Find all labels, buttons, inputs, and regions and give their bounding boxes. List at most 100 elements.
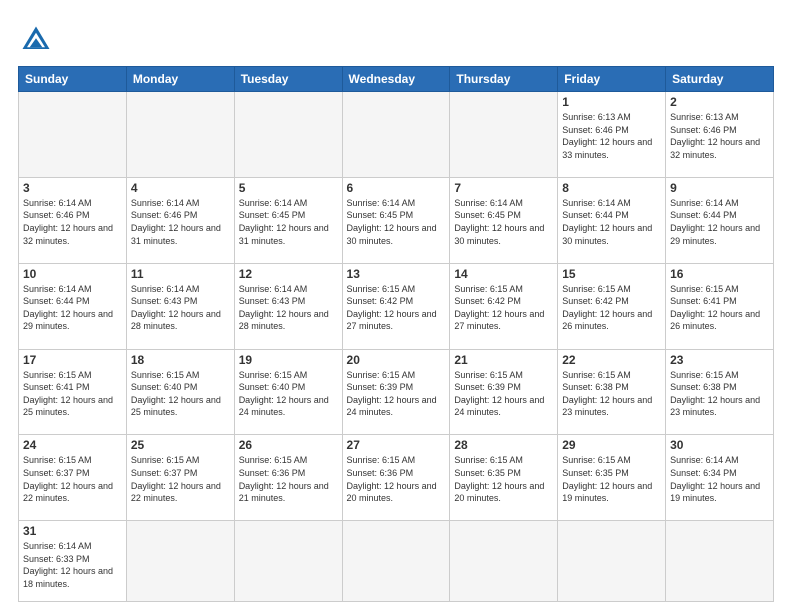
calendar-cell: 23Sunrise: 6:15 AM Sunset: 6:38 PM Dayli… [666, 349, 774, 435]
day-number: 3 [23, 181, 122, 195]
calendar-cell: 17 Sunrise: 6:15 AM Sunset: 6:41 PM Dayli… [19, 349, 127, 435]
calendar-cell: 4 Sunrise: 6:14 AM Sunset: 6:46 PM Daylig… [126, 177, 234, 263]
calendar-cell [342, 92, 450, 178]
logo [18, 22, 58, 58]
day-info: Sunrise: 6:15 AM Sunset: 6:41 PM Dayligh… [23, 369, 122, 419]
day-number: 24 [23, 438, 122, 452]
calendar-cell: 18 Sunrise: 6:15 AM Sunset: 6:40 PM Dayli… [126, 349, 234, 435]
day-info: Sunrise: 6:14 AM Sunset: 6:43 PM Dayligh… [239, 283, 338, 333]
calendar-cell: 24 Sunrise: 6:15 AM Sunset: 6:37 PM Dayli… [19, 435, 127, 521]
calendar-cell: 10Sunrise: 6:14 AM Sunset: 6:44 PM Dayli… [19, 263, 127, 349]
header-cell-monday: Monday [126, 67, 234, 92]
day-info: Sunrise: 6:13 AM Sunset: 6:46 PM Dayligh… [562, 111, 661, 161]
day-number: 8 [562, 181, 661, 195]
calendar-cell: 8 Sunrise: 6:14 AM Sunset: 6:44 PM Daylig… [558, 177, 666, 263]
day-info: Sunrise: 6:14 AM Sunset: 6:45 PM Dayligh… [454, 197, 553, 247]
calendar-cell [234, 521, 342, 602]
calendar-cell [19, 92, 127, 178]
calendar-cell [450, 521, 558, 602]
day-info: Sunrise: 6:14 AM Sunset: 6:33 PM Dayligh… [23, 540, 122, 590]
day-number: 15 [562, 267, 661, 281]
day-info: Sunrise: 6:15 AM Sunset: 6:39 PM Dayligh… [454, 369, 553, 419]
day-info: Sunrise: 6:13 AM Sunset: 6:46 PM Dayligh… [670, 111, 769, 161]
day-number: 4 [131, 181, 230, 195]
day-info: Sunrise: 6:15 AM Sunset: 6:36 PM Dayligh… [239, 454, 338, 504]
calendar-row-2: 10Sunrise: 6:14 AM Sunset: 6:44 PM Dayli… [19, 263, 774, 349]
calendar-row-5: 31Sunrise: 6:14 AM Sunset: 6:33 PM Dayli… [19, 521, 774, 602]
day-info: Sunrise: 6:15 AM Sunset: 6:38 PM Dayligh… [562, 369, 661, 419]
calendar-cell: 1 Sunrise: 6:13 AM Sunset: 6:46 PM Daylig… [558, 92, 666, 178]
header-cell-thursday: Thursday [450, 67, 558, 92]
day-info: Sunrise: 6:14 AM Sunset: 6:44 PM Dayligh… [670, 197, 769, 247]
day-info: Sunrise: 6:14 AM Sunset: 6:46 PM Dayligh… [131, 197, 230, 247]
day-number: 1 [562, 95, 661, 109]
day-number: 17 [23, 353, 122, 367]
header-cell-saturday: Saturday [666, 67, 774, 92]
day-info: Sunrise: 6:15 AM Sunset: 6:36 PM Dayligh… [347, 454, 446, 504]
calendar-cell: 13 Sunrise: 6:15 AM Sunset: 6:42 PM Dayli… [342, 263, 450, 349]
calendar-cell [558, 521, 666, 602]
header-cell-wednesday: Wednesday [342, 67, 450, 92]
day-info: Sunrise: 6:15 AM Sunset: 6:42 PM Dayligh… [347, 283, 446, 333]
day-info: Sunrise: 6:14 AM Sunset: 6:45 PM Dayligh… [347, 197, 446, 247]
header-cell-friday: Friday [558, 67, 666, 92]
day-info: Sunrise: 6:15 AM Sunset: 6:37 PM Dayligh… [131, 454, 230, 504]
calendar-cell: 21 Sunrise: 6:15 AM Sunset: 6:39 PM Dayli… [450, 349, 558, 435]
day-info: Sunrise: 6:15 AM Sunset: 6:38 PM Dayligh… [670, 369, 769, 419]
calendar-header: SundayMondayTuesdayWednesdayThursdayFrid… [19, 67, 774, 92]
calendar-cell: 25 Sunrise: 6:15 AM Sunset: 6:37 PM Dayli… [126, 435, 234, 521]
calendar-cell [126, 521, 234, 602]
calendar-cell: 11Sunrise: 6:14 AM Sunset: 6:43 PM Dayli… [126, 263, 234, 349]
day-number: 6 [347, 181, 446, 195]
calendar-table: SundayMondayTuesdayWednesdayThursdayFrid… [18, 66, 774, 602]
calendar-cell: 15 Sunrise: 6:15 AM Sunset: 6:42 PM Dayli… [558, 263, 666, 349]
day-info: Sunrise: 6:15 AM Sunset: 6:37 PM Dayligh… [23, 454, 122, 504]
calendar-cell: 30Sunrise: 6:14 AM Sunset: 6:34 PM Dayli… [666, 435, 774, 521]
calendar-cell: 7 Sunrise: 6:14 AM Sunset: 6:45 PM Daylig… [450, 177, 558, 263]
day-number: 13 [347, 267, 446, 281]
day-number: 16 [670, 267, 769, 281]
day-number: 21 [454, 353, 553, 367]
day-number: 26 [239, 438, 338, 452]
day-number: 7 [454, 181, 553, 195]
calendar-cell [126, 92, 234, 178]
day-info: Sunrise: 6:14 AM Sunset: 6:34 PM Dayligh… [670, 454, 769, 504]
day-number: 14 [454, 267, 553, 281]
calendar-cell: 22Sunrise: 6:15 AM Sunset: 6:38 PM Dayli… [558, 349, 666, 435]
day-number: 2 [670, 95, 769, 109]
day-info: Sunrise: 6:14 AM Sunset: 6:44 PM Dayligh… [562, 197, 661, 247]
calendar-cell: 19Sunrise: 6:15 AM Sunset: 6:40 PM Dayli… [234, 349, 342, 435]
calendar-cell: 27 Sunrise: 6:15 AM Sunset: 6:36 PM Dayli… [342, 435, 450, 521]
header-row: SundayMondayTuesdayWednesdayThursdayFrid… [19, 67, 774, 92]
calendar-cell: 28 Sunrise: 6:15 AM Sunset: 6:35 PM Dayli… [450, 435, 558, 521]
day-info: Sunrise: 6:15 AM Sunset: 6:41 PM Dayligh… [670, 283, 769, 333]
day-info: Sunrise: 6:15 AM Sunset: 6:40 PM Dayligh… [131, 369, 230, 419]
header-cell-tuesday: Tuesday [234, 67, 342, 92]
calendar-cell: 5Sunrise: 6:14 AM Sunset: 6:45 PM Daylig… [234, 177, 342, 263]
logo-icon [18, 22, 54, 58]
calendar-cell: 12Sunrise: 6:14 AM Sunset: 6:43 PM Dayli… [234, 263, 342, 349]
day-info: Sunrise: 6:15 AM Sunset: 6:42 PM Dayligh… [562, 283, 661, 333]
day-info: Sunrise: 6:15 AM Sunset: 6:42 PM Dayligh… [454, 283, 553, 333]
day-number: 27 [347, 438, 446, 452]
calendar-cell: 14 Sunrise: 6:15 AM Sunset: 6:42 PM Dayli… [450, 263, 558, 349]
calendar-row-1: 3 Sunrise: 6:14 AM Sunset: 6:46 PM Daylig… [19, 177, 774, 263]
calendar-cell: 31Sunrise: 6:14 AM Sunset: 6:33 PM Dayli… [19, 521, 127, 602]
calendar-cell: 9Sunrise: 6:14 AM Sunset: 6:44 PM Daylig… [666, 177, 774, 263]
day-number: 18 [131, 353, 230, 367]
day-number: 28 [454, 438, 553, 452]
page: SundayMondayTuesdayWednesdayThursdayFrid… [0, 0, 792, 612]
day-info: Sunrise: 6:14 AM Sunset: 6:43 PM Dayligh… [131, 283, 230, 333]
day-number: 5 [239, 181, 338, 195]
calendar-row-3: 17 Sunrise: 6:15 AM Sunset: 6:41 PM Dayli… [19, 349, 774, 435]
calendar-cell: 16 Sunrise: 6:15 AM Sunset: 6:41 PM Dayli… [666, 263, 774, 349]
calendar-cell [342, 521, 450, 602]
calendar-cell: 29Sunrise: 6:15 AM Sunset: 6:35 PM Dayli… [558, 435, 666, 521]
day-number: 10 [23, 267, 122, 281]
day-number: 25 [131, 438, 230, 452]
calendar-cell [234, 92, 342, 178]
header [18, 18, 774, 58]
day-info: Sunrise: 6:14 AM Sunset: 6:46 PM Dayligh… [23, 197, 122, 247]
day-info: Sunrise: 6:15 AM Sunset: 6:35 PM Dayligh… [454, 454, 553, 504]
day-number: 19 [239, 353, 338, 367]
